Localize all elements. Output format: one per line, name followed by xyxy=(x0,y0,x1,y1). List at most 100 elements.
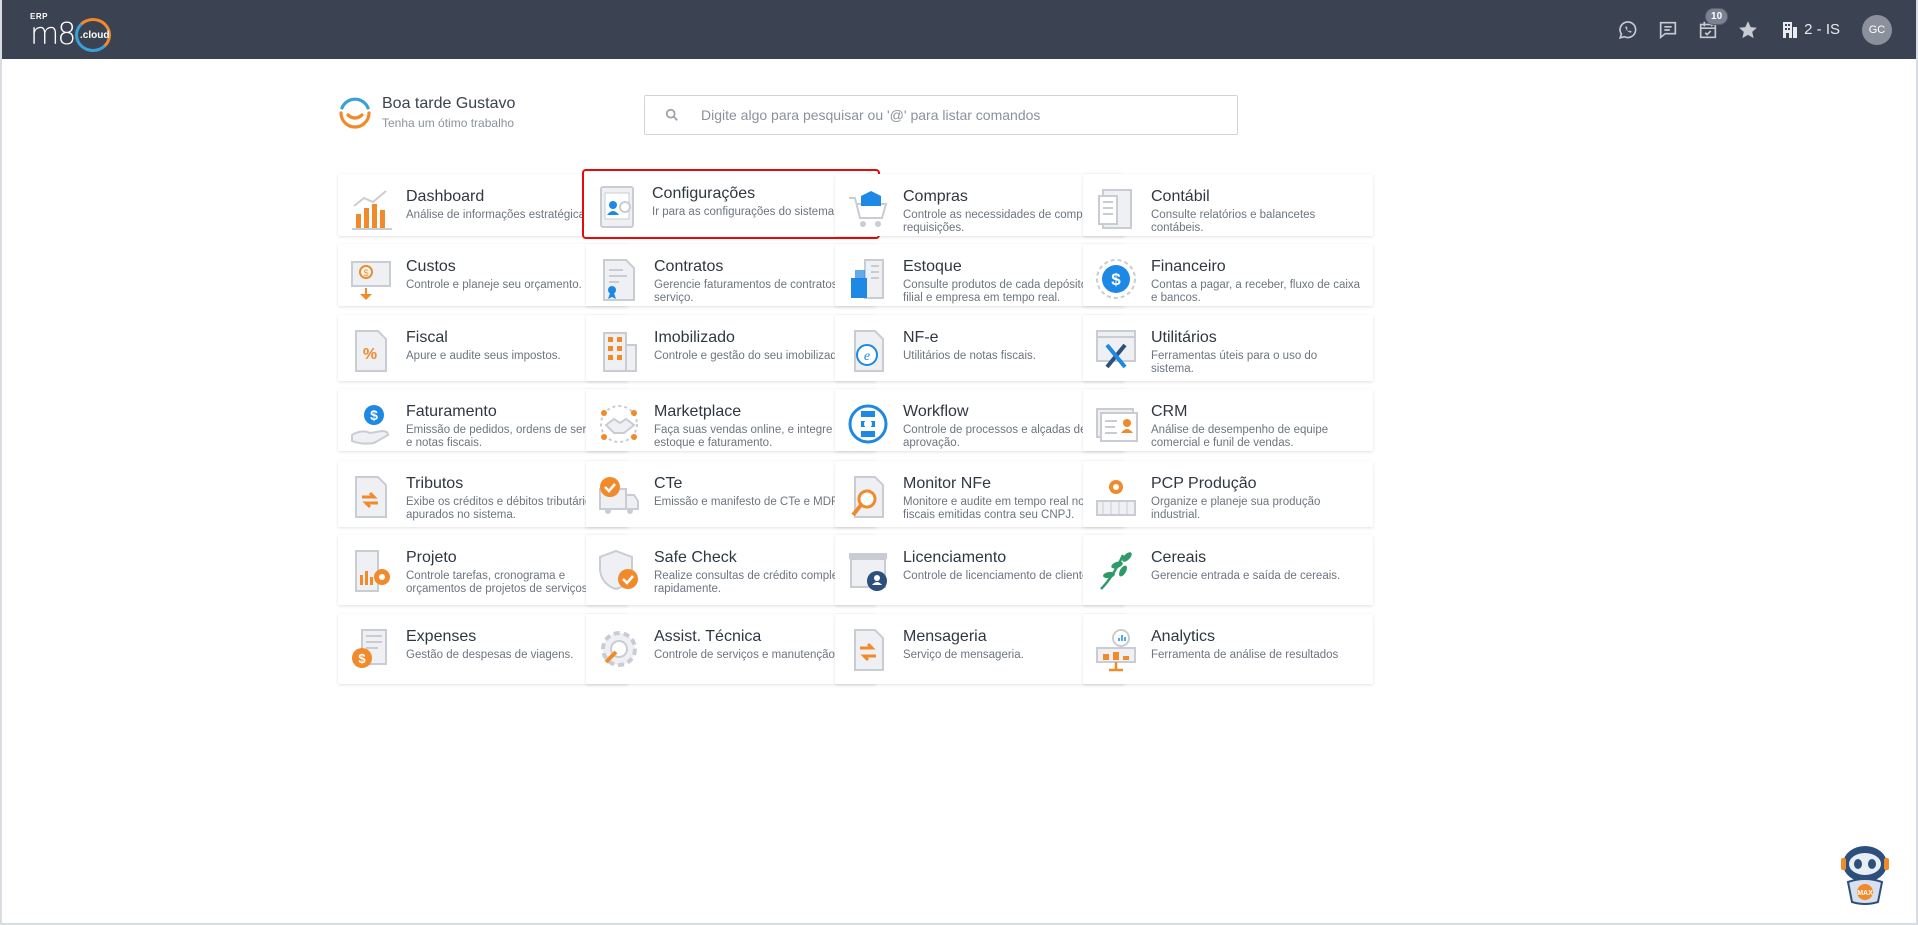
svg-text:$: $ xyxy=(358,651,366,666)
module-card-mensageria[interactable]: Mensageria Serviço de mensageria. xyxy=(835,614,1125,684)
max-assistant-icon[interactable]: MAX xyxy=(1836,842,1894,906)
search-icon xyxy=(665,108,678,121)
module-description: Controle de processos e alçadas de aprov… xyxy=(903,424,1087,449)
whatsapp-icon[interactable] xyxy=(1608,0,1648,59)
module-card-projeto[interactable]: Projeto Controle tarefas, cronograma e or… xyxy=(338,535,628,605)
module-description: Ferramenta de análise de resultados xyxy=(1151,649,1339,661)
settings-icon xyxy=(594,183,640,229)
module-title: Projeto xyxy=(406,549,457,566)
module-card-compras[interactable]: Compras Controle as necessidades de compr… xyxy=(835,174,1125,236)
module-description: Exibe os créditos e débitos tributários … xyxy=(406,496,598,521)
module-title: Monitor NFe xyxy=(903,475,992,492)
expenses-icon: $ xyxy=(348,626,394,672)
logo-m8-text: m8 xyxy=(30,17,76,52)
module-card-utilitarios[interactable]: Utilitários Ferramentas úteis para o uso … xyxy=(1083,315,1373,381)
module-title: Tributos xyxy=(406,475,464,492)
module-description: Consulte produtos de cada depósito, fili… xyxy=(903,279,1091,304)
module-title: Workflow xyxy=(903,403,969,420)
module-title: Utilitários xyxy=(1151,329,1217,346)
svg-text:$: $ xyxy=(363,268,368,278)
dashboard-icon xyxy=(348,186,394,232)
module-description: Utilitários de notas fiscais. xyxy=(903,350,1036,362)
module-card-fiscal[interactable]: % Fiscal Apure e audite seus impostos. xyxy=(338,315,628,381)
module-card-monitor-nfe[interactable]: Monitor NFe Monitore e audite em tempo re… xyxy=(835,461,1125,527)
fiscal-icon: % xyxy=(348,327,394,373)
stock-icon xyxy=(845,256,891,302)
max-label: MAX xyxy=(1857,890,1873,897)
module-card-analytics[interactable]: Analytics Ferramenta de análise de result… xyxy=(1083,614,1373,684)
module-description: Controle de serviços e manutenção xyxy=(654,649,835,661)
contract-icon xyxy=(596,256,642,302)
module-card-cereais[interactable]: Cereais Gerencie entrada e saída de cerea… xyxy=(1083,535,1373,605)
truck-icon xyxy=(596,473,642,519)
notifications-badge: 10 xyxy=(1705,8,1729,25)
module-card-cte[interactable]: CTe Emissão e manifesto de CTe e MDFe. xyxy=(586,461,876,527)
module-card-workflow[interactable]: Workflow Controle de processos e alçadas … xyxy=(835,389,1125,451)
module-title: Imobilizado xyxy=(654,329,735,346)
project-icon xyxy=(348,547,394,593)
magnifier-icon xyxy=(845,473,891,519)
module-description: Gestão de despesas de viagens. xyxy=(406,649,574,661)
chat-icon[interactable] xyxy=(1648,0,1688,59)
module-card-imobilizado[interactable]: Imobilizado Controle e gestão do seu imob… xyxy=(586,315,876,381)
module-card-nf-e[interactable]: e NF-e Utilitários de notas fiscais. xyxy=(835,315,1125,381)
module-card-contabil[interactable]: Contábil Consulte relatórios e balancetes… xyxy=(1083,174,1373,236)
module-title: Compras xyxy=(903,188,968,205)
module-card-safe-check[interactable]: Safe Check Realize consultas de crédito c… xyxy=(586,535,876,605)
module-card-contratos[interactable]: Contratos Gerencie faturamentos de contra… xyxy=(586,244,876,306)
module-title: Configurações xyxy=(652,185,756,202)
production-icon xyxy=(1093,473,1139,519)
module-title: Mensageria xyxy=(903,628,987,645)
taxes-icon xyxy=(348,473,394,519)
module-card-faturamento[interactable]: $ Faturamento Emissão de pedidos, ordens d… xyxy=(338,389,628,451)
messaging-icon xyxy=(845,626,891,672)
module-title: Expenses xyxy=(406,628,477,645)
module-title: Contábil xyxy=(1151,188,1210,205)
search-box[interactable] xyxy=(644,95,1238,135)
user-avatar[interactable]: GC xyxy=(1862,14,1892,45)
calendar-icon[interactable]: 10 xyxy=(1688,0,1729,59)
module-description: Ferramentas úteis para o uso do sistema. xyxy=(1151,350,1318,375)
module-description: Apure e audite seus impostos. xyxy=(406,350,561,362)
cart-icon xyxy=(845,186,891,232)
module-description: Controle as necessidades de compras e re… xyxy=(903,209,1109,234)
module-description: Gerencie faturamentos de contratos de se… xyxy=(654,279,854,304)
module-description: Controle e gestão do seu imobilizado. xyxy=(654,350,847,362)
module-card-marketplace[interactable]: Marketplace Faça suas vendas online, e in… xyxy=(586,389,876,451)
module-card-pcp-producao[interactable]: PCP Produção Organize e planeje sua produ… xyxy=(1083,461,1373,527)
module-title: Assist. Técnica xyxy=(654,628,762,645)
leaf-icon xyxy=(1093,547,1139,593)
module-card-financeiro[interactable]: $ Financeiro Contas a pagar, a receber, fl… xyxy=(1083,244,1373,306)
costs-icon: $ xyxy=(348,256,394,302)
smile-logo-icon xyxy=(336,93,374,131)
svg-text:$: $ xyxy=(370,407,378,423)
workflow-icon xyxy=(845,401,891,447)
handshake-icon xyxy=(596,401,642,447)
module-description: Organize e planeje sua produção industri… xyxy=(1151,496,1321,521)
star-icon[interactable] xyxy=(1728,0,1768,59)
module-description: Análise de desempenho de equipe comercia… xyxy=(1151,424,1329,449)
module-description: Monitore e audite em tempo real notas fi… xyxy=(903,496,1100,521)
search-input[interactable] xyxy=(701,107,1221,123)
module-card-configuracoes[interactable]: Configurações Ir para as configurações do… xyxy=(582,169,880,239)
module-card-custos[interactable]: $ Custos Controle e planeje seu orçamento. xyxy=(338,244,628,306)
greeting-subtitle: Tenha um ótimo trabalho xyxy=(382,115,515,130)
module-card-assist-tecnica[interactable]: Assist. Técnica Controle de serviços e ma… xyxy=(586,614,876,684)
module-card-tributos[interactable]: Tributos Exibe os créditos e débitos trib… xyxy=(338,461,628,527)
company-selector[interactable]: 2 - IS xyxy=(1782,21,1840,39)
app-logo[interactable]: ERP m8 .cloud xyxy=(30,12,130,52)
module-description: Gerencie entrada e saída de cereais. xyxy=(1151,570,1341,582)
module-description: Serviço de mensageria. xyxy=(903,649,1024,661)
svg-text:$: $ xyxy=(1111,270,1121,289)
building-icon xyxy=(596,327,642,373)
module-title: Contratos xyxy=(654,258,724,275)
module-description: Emissão de pedidos, ordens de serviço e … xyxy=(406,424,607,449)
billing-icon: $ xyxy=(348,401,394,447)
module-description: Emissão e manifesto de CTe e MDFe. xyxy=(654,496,848,508)
module-title: PCP Produção xyxy=(1151,475,1257,492)
module-card-estoque[interactable]: Estoque Consulte produtos de cada depósit… xyxy=(835,244,1125,306)
module-card-expenses[interactable]: $ Expenses Gestão de despesas de viagens. xyxy=(338,614,628,684)
module-card-crm[interactable]: CRM Análise de desempenho de equipe comer… xyxy=(1083,389,1373,451)
module-title: CTe xyxy=(654,475,683,492)
module-card-licenciamento[interactable]: Licenciamento Controle de licenciamento d… xyxy=(835,535,1125,605)
